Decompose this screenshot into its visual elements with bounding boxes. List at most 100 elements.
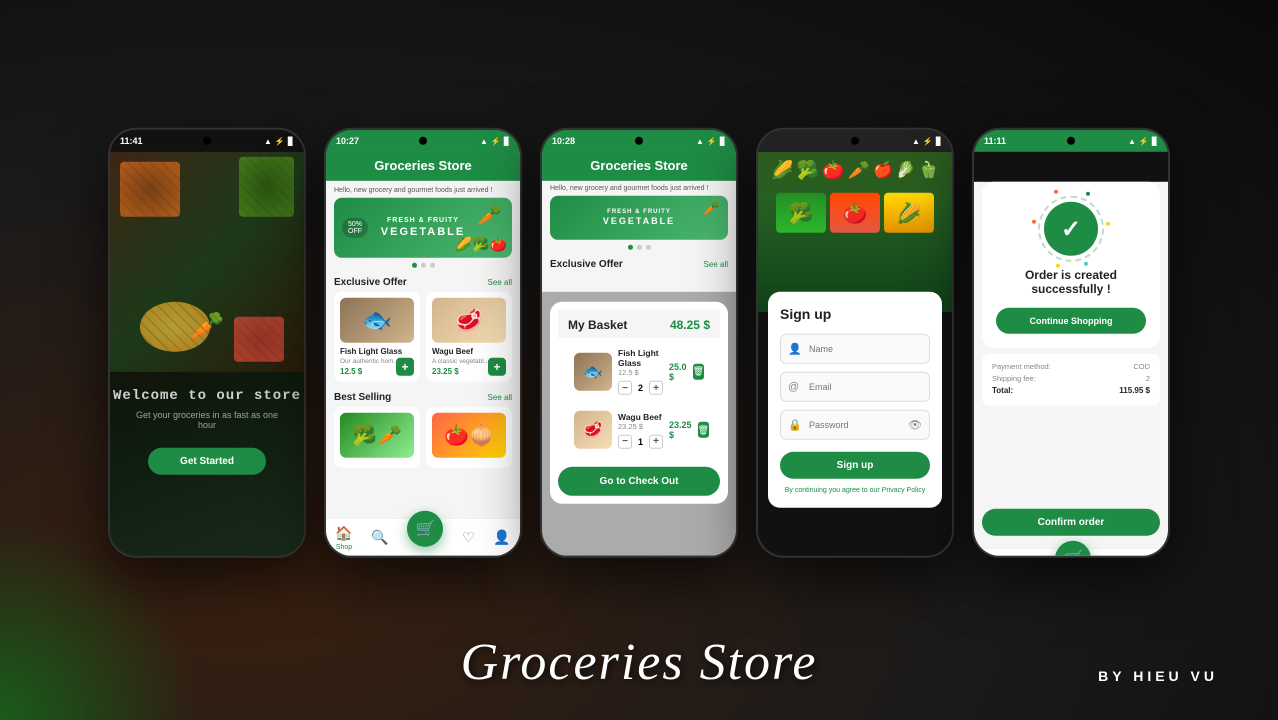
signup-button[interactable]: Sign up <box>780 452 930 479</box>
store-title: Groceries Store <box>338 158 508 173</box>
best-selling-title: Best Selling <box>334 392 391 403</box>
wifi-icon-2: ⚡ <box>491 136 501 145</box>
continue-shopping-button[interactable]: Continue Shopping <box>996 308 1146 334</box>
privacy-link[interactable]: Privacy Policy <box>882 487 926 494</box>
phones-container: 11:41 ▲ ⚡ ▊ 🥕 Welcome to our store Get <box>108 128 1170 558</box>
checkmark-icon: ✓ <box>1061 214 1081 243</box>
basket-exclusive-title: Exclusive Offer <box>550 259 623 270</box>
battery-icon-4: ▊ <box>936 136 942 145</box>
phone-5-success: 11:11 ▲ ⚡ ▊ ✓ <box>972 128 1170 558</box>
screen-1: 🥕 Welcome to our store Get your grocerie… <box>110 152 304 556</box>
qty-control-1: − 2 + <box>618 381 663 395</box>
basket-see-all[interactable]: See all <box>704 260 728 269</box>
phone-1-welcome: 11:41 ▲ ⚡ ▊ 🥕 Welcome to our store Get <box>108 128 306 558</box>
payment-info: Payment method: COD Shipping fee: 2 Tota… <box>982 354 1160 406</box>
icons-2: ▲ ⚡ ▊ <box>480 136 510 145</box>
basket-store-title: Groceries Store <box>554 158 724 173</box>
bottom-nav-2: 🏠 Shop 🔍 🛒 ♡ 👤 <box>326 518 520 556</box>
wifi-icon-5: ⚡ <box>1139 136 1149 145</box>
name-input-wrapper: 👤 <box>780 334 930 364</box>
basket-item-info-2: Wagu Beef 23.25 $ − 1 + <box>618 411 663 448</box>
nav-search[interactable]: 🔍 <box>371 529 388 546</box>
product-name-beef: Wagu Beef <box>432 347 506 356</box>
name-input[interactable] <box>780 334 930 364</box>
nav5-cart-fab[interactable]: 🛒 <box>1055 540 1091 556</box>
veg-emoji-1: 🌽 <box>771 160 793 181</box>
terms-prefix: By continuing you agree to our <box>785 487 880 494</box>
confirm-order-button[interactable]: Confirm order <box>982 509 1160 536</box>
welcome-subtitle: Get your groceries in as fast as one hou… <box>110 410 304 430</box>
cart-fab[interactable]: 🛒 <box>407 510 443 546</box>
nav5-cart-icon: 🛒 <box>1063 548 1083 556</box>
get-started-button[interactable]: Get Started <box>148 448 266 475</box>
dot-2 <box>421 263 426 268</box>
delete-item-2[interactable]: 🗑 <box>698 422 709 438</box>
nav-favorites[interactable]: ♡ <box>462 529 475 546</box>
basket-dot-3 <box>646 245 651 250</box>
welcome-bg: 🥕 Welcome to our store Get your grocerie… <box>110 152 304 556</box>
banner-line1: FRESH & FRUITY <box>381 217 465 225</box>
carrot-icon-1: 🥕 <box>190 309 225 342</box>
basket-item-name-2: Wagu Beef <box>618 411 663 421</box>
wifi-icon-4: ⚡ <box>923 136 933 145</box>
eye-icon[interactable]: 👁 <box>908 418 922 431</box>
banner-line2: VEGETABLE <box>381 225 465 238</box>
add-fish-button[interactable]: + <box>396 358 414 376</box>
veg-emoji-5: 🍎 <box>873 160 893 181</box>
exclusive-products-row: 🐟 Fish Light Glass Our authentic hom... … <box>326 292 520 382</box>
status-bar-1: 11:41 ▲ ⚡ ▊ <box>110 130 304 152</box>
qty-control-2: − 1 + <box>618 434 663 448</box>
basket-banner-img: 🥕 FRESH & FRUITY VEGETABLE <box>550 196 728 240</box>
signup-screen: 🌽 🥦 🍅 🥕 🍎 🥬 🫑 🥦 🍅 🌽 S <box>758 152 952 556</box>
banner-image: 🥕 🌽🥦🍅 50%OFF FRESH & FRUITY VEGETABLE <box>334 198 512 258</box>
product-img-veg1: 🥦🥕 <box>340 413 414 458</box>
confetti-3 <box>1056 264 1060 268</box>
banner-dots <box>326 263 520 268</box>
dot-1 <box>412 263 417 268</box>
see-all-best[interactable]: See all <box>488 393 512 402</box>
success-card: ✓ Order is created successfully ! Contin… <box>982 182 1160 348</box>
status-bar-2: 10:27 ▲ ⚡ ▊ <box>326 130 520 152</box>
status-bar-3: 10:28 ▲ ⚡ ▊ <box>542 130 736 152</box>
time-2: 10:27 <box>336 136 359 146</box>
checkout-button[interactable]: Go to Check Out <box>558 467 720 496</box>
store-screen: Groceries Store Hello, new grocery and g… <box>326 152 520 556</box>
basket-item-img-1: 🐟 <box>574 352 612 390</box>
veg-emoji-4: 🥕 <box>848 160 870 181</box>
screen-5: ✓ Order is created successfully ! Contin… <box>974 152 1168 556</box>
cart-icon: 🛒 <box>415 518 435 538</box>
battery-icon-1: ▊ <box>288 136 294 145</box>
status-bar-5: 11:11 ▲ ⚡ ▊ <box>974 130 1168 152</box>
phone-2-store: 10:27 ▲ ⚡ ▊ Groceries Store Hello, new g… <box>324 128 522 558</box>
status-bar-4: ▲ ⚡ ▊ <box>758 130 952 152</box>
add-beef-button[interactable]: + <box>488 358 506 376</box>
payment-method-row: Payment method: COD <box>992 362 1150 371</box>
welcome-title: Welcome to our store <box>113 388 301 404</box>
qty-minus-1[interactable]: − <box>618 381 632 395</box>
password-input-wrapper: 🔒 👁 <box>780 410 930 440</box>
qty-plus-1[interactable]: + <box>649 381 663 395</box>
nav-profile[interactable]: 👤 <box>493 529 510 546</box>
terms-text: By continuing you agree to our Privacy P… <box>780 487 930 494</box>
phone-3-basket: 10:28 ▲ ⚡ ▊ Groceries Store Hello, new g… <box>540 128 738 558</box>
product-card-veg2: 🍅🧅 <box>426 407 512 468</box>
basket-item-1: 🐟 Fish Light Glass 12.5 $ − 2 + 25.0 $ 🗑 <box>566 342 712 401</box>
delete-item-1[interactable]: 🗑 <box>693 363 704 379</box>
icons-5: ▲ ⚡ ▊ <box>1128 136 1158 145</box>
see-all-exclusive[interactable]: See all <box>488 278 512 287</box>
qty-plus-2[interactable]: + <box>649 434 663 448</box>
email-input[interactable] <box>780 372 930 402</box>
veg-emoji-6: 🥬 <box>896 160 916 181</box>
basket-title-text: My Basket <box>568 318 627 332</box>
basket-item-2: 🥩 Wagu Beef 23.25 $ − 1 + 23.25 $ 🗑 <box>566 405 712 455</box>
success-screen: ✓ Order is created successfully ! Contin… <box>974 182 1168 556</box>
wifi-icon-3: ⚡ <box>707 136 717 145</box>
payment-method-value: COD <box>1133 362 1150 371</box>
qty-minus-2[interactable]: − <box>618 434 632 448</box>
battery-icon-5: ▊ <box>1152 136 1158 145</box>
signal-icon-4: ▲ <box>912 136 920 145</box>
nav-shop[interactable]: 🏠 Shop <box>335 524 352 550</box>
shipping-value: 2 <box>1146 374 1150 383</box>
food-collage: 🥕 <box>110 152 304 372</box>
qty-num-2: 1 <box>638 436 643 446</box>
